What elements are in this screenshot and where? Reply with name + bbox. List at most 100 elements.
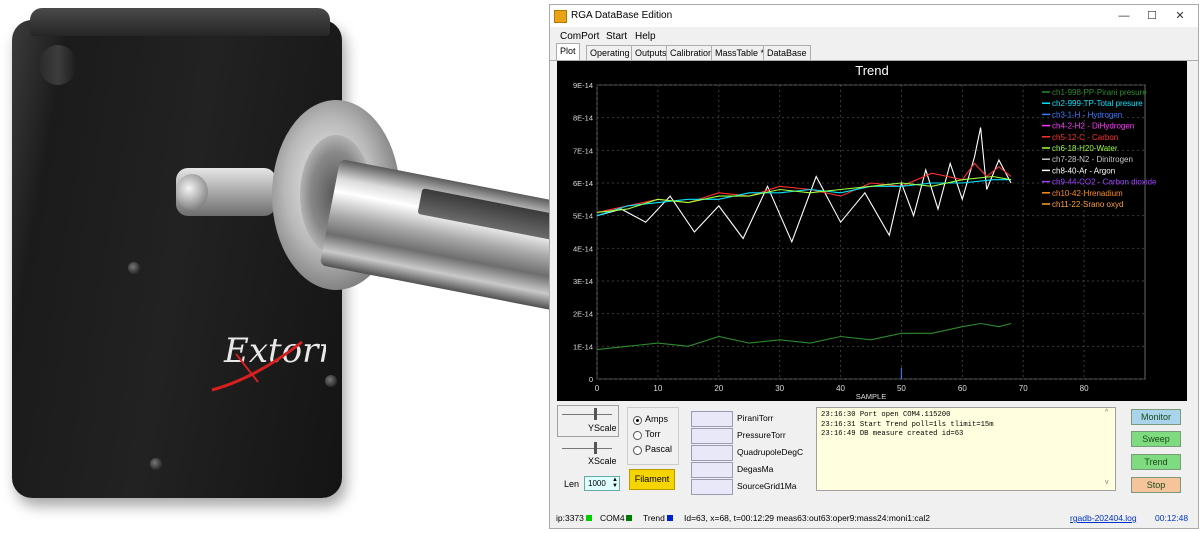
status-ip: ip:3373	[556, 513, 584, 523]
quadrupole-degc-field	[691, 445, 733, 461]
source-grid1-ma-label: SourceGrid1Ma	[737, 481, 797, 491]
menu-help[interactable]: Help	[635, 31, 656, 42]
x-tick-label: 10	[653, 384, 662, 393]
legend-entry: ch5-12-C - Carbon	[1052, 133, 1118, 142]
window-title: RGA DataBase Edition	[571, 10, 673, 21]
radio-torr[interactable]	[633, 431, 642, 440]
y-tick-label: 7E-14	[573, 146, 593, 155]
status-info: Id=63, x=68, t=00:12:29 meas63:out63:ope…	[684, 513, 930, 523]
status-elapsed: 00:12:48	[1155, 513, 1189, 523]
log-output[interactable]: 23:16:30 Port open COM4.115200 23:16:31 …	[816, 407, 1116, 491]
radio-torr-label[interactable]: Torr	[645, 429, 661, 439]
pirani-torr-label: PiraniTorr	[737, 413, 774, 423]
enclosure-screw	[128, 262, 140, 274]
len-spinbox[interactable]: 1000 ▲ ▼	[584, 476, 620, 491]
quadrupole-degc-label: QuadrupoleDegC	[737, 447, 804, 457]
y-tick-label: 1E-14	[573, 342, 593, 351]
title-bar: RGA DataBase Edition — ☐ ✕	[550, 5, 1198, 27]
degas-ma-field	[691, 462, 733, 478]
legend-entry: ch11-22-Srano oxyd	[1052, 200, 1123, 209]
tab-calibration[interactable]: Calibration	[666, 45, 718, 61]
enclosure-screw	[150, 458, 162, 470]
app-window: RGA DataBase Edition — ☐ ✕ ComPort Start…	[549, 4, 1199, 529]
yscale-slider[interactable]: YScale	[557, 405, 619, 437]
radio-amps-label[interactable]: Amps	[645, 414, 668, 424]
x-tick-label: 30	[775, 384, 784, 393]
maximize-button[interactable]: ☐	[1142, 8, 1162, 24]
legend-entry: ch4-2-H2 - DiHydrogen	[1052, 122, 1134, 131]
x-axis-label: SAMPLE	[856, 392, 886, 401]
status-com: COM4	[600, 513, 625, 523]
tab-database[interactable]: DataBase	[763, 45, 811, 61]
status-bar: ip:3373 COM4 Trend Id=63, x=68, t=00:12:…	[550, 509, 1198, 527]
trend-chart[interactable]: 0 10 20 30 40 50 60 70 80 0 1E-14 2E-14 3E-14 4E-14 5E…	[557, 61, 1187, 401]
legend-entry: ch3-1-H - Hydrogen	[1052, 110, 1122, 119]
legend-entry: ch8-40-Ar - Argon	[1052, 166, 1115, 175]
status-mode: Trend	[643, 513, 665, 523]
len-label: Len	[564, 479, 580, 489]
stop-button[interactable]: Stop	[1131, 477, 1181, 493]
y-tick-label: 6E-14	[573, 179, 593, 188]
y-tick-label: 8E-14	[573, 114, 593, 123]
logo-text: Extorr	[223, 331, 326, 371]
x-tick-label: 60	[958, 384, 967, 393]
len-value: 1000	[588, 479, 606, 488]
tab-plot[interactable]: Plot	[556, 43, 580, 61]
y-tick-label: 5E-14	[573, 212, 593, 221]
radio-amps[interactable]	[633, 416, 642, 425]
x-tick-label: 0	[595, 384, 600, 393]
trend-plot-panel: Trend 0 10 20 30 40 50 60 70 80 0 1E-14 2E-14 3E-14 4…	[557, 61, 1187, 401]
radio-pascal[interactable]	[633, 446, 642, 455]
menu-comport[interactable]: ComPort	[560, 31, 599, 42]
trend-indicator	[667, 515, 673, 521]
legend-entry: ch10-42-Hrenadium	[1052, 189, 1123, 198]
radio-pascal-label[interactable]: Pascal	[645, 444, 672, 454]
yscale-label: YScale	[588, 423, 617, 433]
monitor-button[interactable]: Monitor	[1131, 409, 1181, 425]
log-line: 23:16:31 Start Trend poll=1ls tlimit=15m	[821, 420, 994, 429]
filament-button[interactable]: Filament	[629, 469, 675, 490]
device-enclosure-top	[30, 8, 330, 36]
sweep-button[interactable]: Sweep	[1131, 431, 1181, 447]
log-scrollbar[interactable]: ^ v	[1104, 409, 1114, 489]
scroll-down-icon[interactable]: v	[1105, 479, 1109, 486]
extorr-logo: Extorr	[211, 331, 326, 392]
yscale-slider-thumb[interactable]	[594, 408, 597, 420]
legend-entry: ch9-44-CO2 - Carbon dioxide	[1052, 178, 1157, 187]
xscale-label: XScale	[588, 456, 617, 466]
xscale-slider[interactable]: XScale	[557, 439, 619, 471]
close-button[interactable]: ✕	[1170, 8, 1190, 24]
enclosure-button	[40, 45, 76, 85]
tab-outputs[interactable]: Outputs	[631, 45, 671, 61]
trend-button[interactable]: Trend	[1131, 454, 1181, 470]
tab-operating[interactable]: Operating	[586, 45, 634, 61]
legend-entry: ch1-998-PP-Pirani presure	[1052, 88, 1147, 97]
x-tick-label: 80	[1080, 384, 1089, 393]
log-line: 23:16:30 Port open COM4.115200	[821, 411, 951, 419]
pressure-torr-field	[691, 428, 733, 444]
valve-cap	[176, 174, 208, 210]
com-active-indicator	[626, 515, 632, 521]
y-tick-label: 3E-14	[573, 277, 593, 286]
minimize-button[interactable]: —	[1114, 8, 1134, 24]
enclosure-screw	[325, 375, 337, 387]
y-tick-label: 0	[589, 375, 593, 384]
x-tick-label: 50	[897, 384, 906, 393]
spin-arrows-icon[interactable]: ▲ ▼	[612, 477, 618, 489]
menu-start[interactable]: Start	[606, 31, 627, 42]
log-line: 23:16:49 DB measure created id=63	[821, 430, 964, 438]
degas-ma-label: DegasMa	[737, 464, 774, 474]
x-tick-label: 70	[1019, 384, 1028, 393]
y-tick-label: 2E-14	[573, 310, 593, 319]
log-file-link[interactable]: rgadb-202404.log	[1070, 513, 1137, 523]
legend-entry: ch2-999-TP-Total presure	[1052, 99, 1143, 108]
menu-bar: ComPort Start Help	[550, 27, 1198, 45]
x-tick-label: 40	[836, 384, 845, 393]
unit-radio-group: Amps Torr Pascal	[627, 407, 679, 465]
legend-entry: ch7-28-N2 - Dinitrogen	[1052, 155, 1133, 164]
xscale-slider-thumb[interactable]	[594, 442, 597, 454]
y-tick-label: 4E-14	[573, 244, 593, 253]
app-icon	[554, 10, 567, 23]
scroll-up-icon[interactable]: ^	[1105, 409, 1108, 416]
y-tick-label: 9E-14	[573, 81, 593, 90]
